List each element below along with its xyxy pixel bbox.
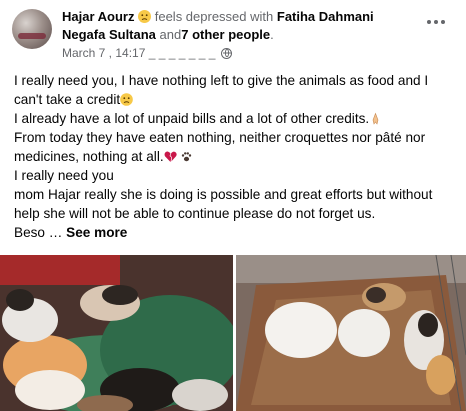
disappointed-face-icon — [138, 10, 152, 23]
broken-heart-icon — [164, 151, 177, 162]
post-timestamp[interactable]: March 7 , 14:17 _ _ _ _ _ _ _ — [62, 46, 215, 60]
post-paragraph: mom Hajar really she is doing is possibl… — [14, 187, 433, 221]
and-text: and — [159, 27, 182, 42]
post-paragraph: Beso … See more — [14, 223, 456, 242]
ellipsis-icon — [434, 20, 438, 24]
author-name[interactable]: Hajar Aourz — [62, 9, 134, 24]
ellipsis-icon — [427, 20, 431, 24]
other-people-link[interactable]: 7 other people — [181, 27, 270, 42]
post-paragraph: From today they have eaten nothing, neit… — [14, 130, 426, 164]
feeling-text: feels depressed with — [154, 9, 274, 24]
post-meta: March 7 , 14:17 _ _ _ _ _ _ _ — [62, 46, 233, 60]
post-paragraph: I already have a lot of unpaid bills and… — [14, 109, 456, 128]
see-more-link[interactable]: See more — [66, 225, 127, 240]
post-headline: Hajar Aourz feels depressed with Fatiha … — [62, 9, 374, 42]
ellipsis-icon — [441, 20, 445, 24]
more-options-button[interactable] — [424, 16, 448, 28]
globe-icon — [221, 47, 233, 59]
post-paragraph: I really need you, I have nothing left t… — [14, 73, 429, 107]
author-avatar[interactable] — [12, 9, 52, 49]
disappointed-face-icon — [120, 93, 133, 106]
paw-prints-icon — [182, 152, 192, 162]
post-header: Hajar Aourz feels depressed with Fatiha … — [0, 0, 466, 68]
post-photos — [0, 255, 466, 411]
praying-hands-icon — [372, 112, 379, 125]
post-body: I really need you, I have nothing left t… — [14, 71, 456, 242]
post-paragraph: I really need you — [14, 168, 114, 183]
cats-photo-right[interactable] — [236, 255, 466, 411]
cats-photo-left[interactable] — [0, 255, 233, 411]
truncated-text: Beso … — [14, 225, 63, 240]
